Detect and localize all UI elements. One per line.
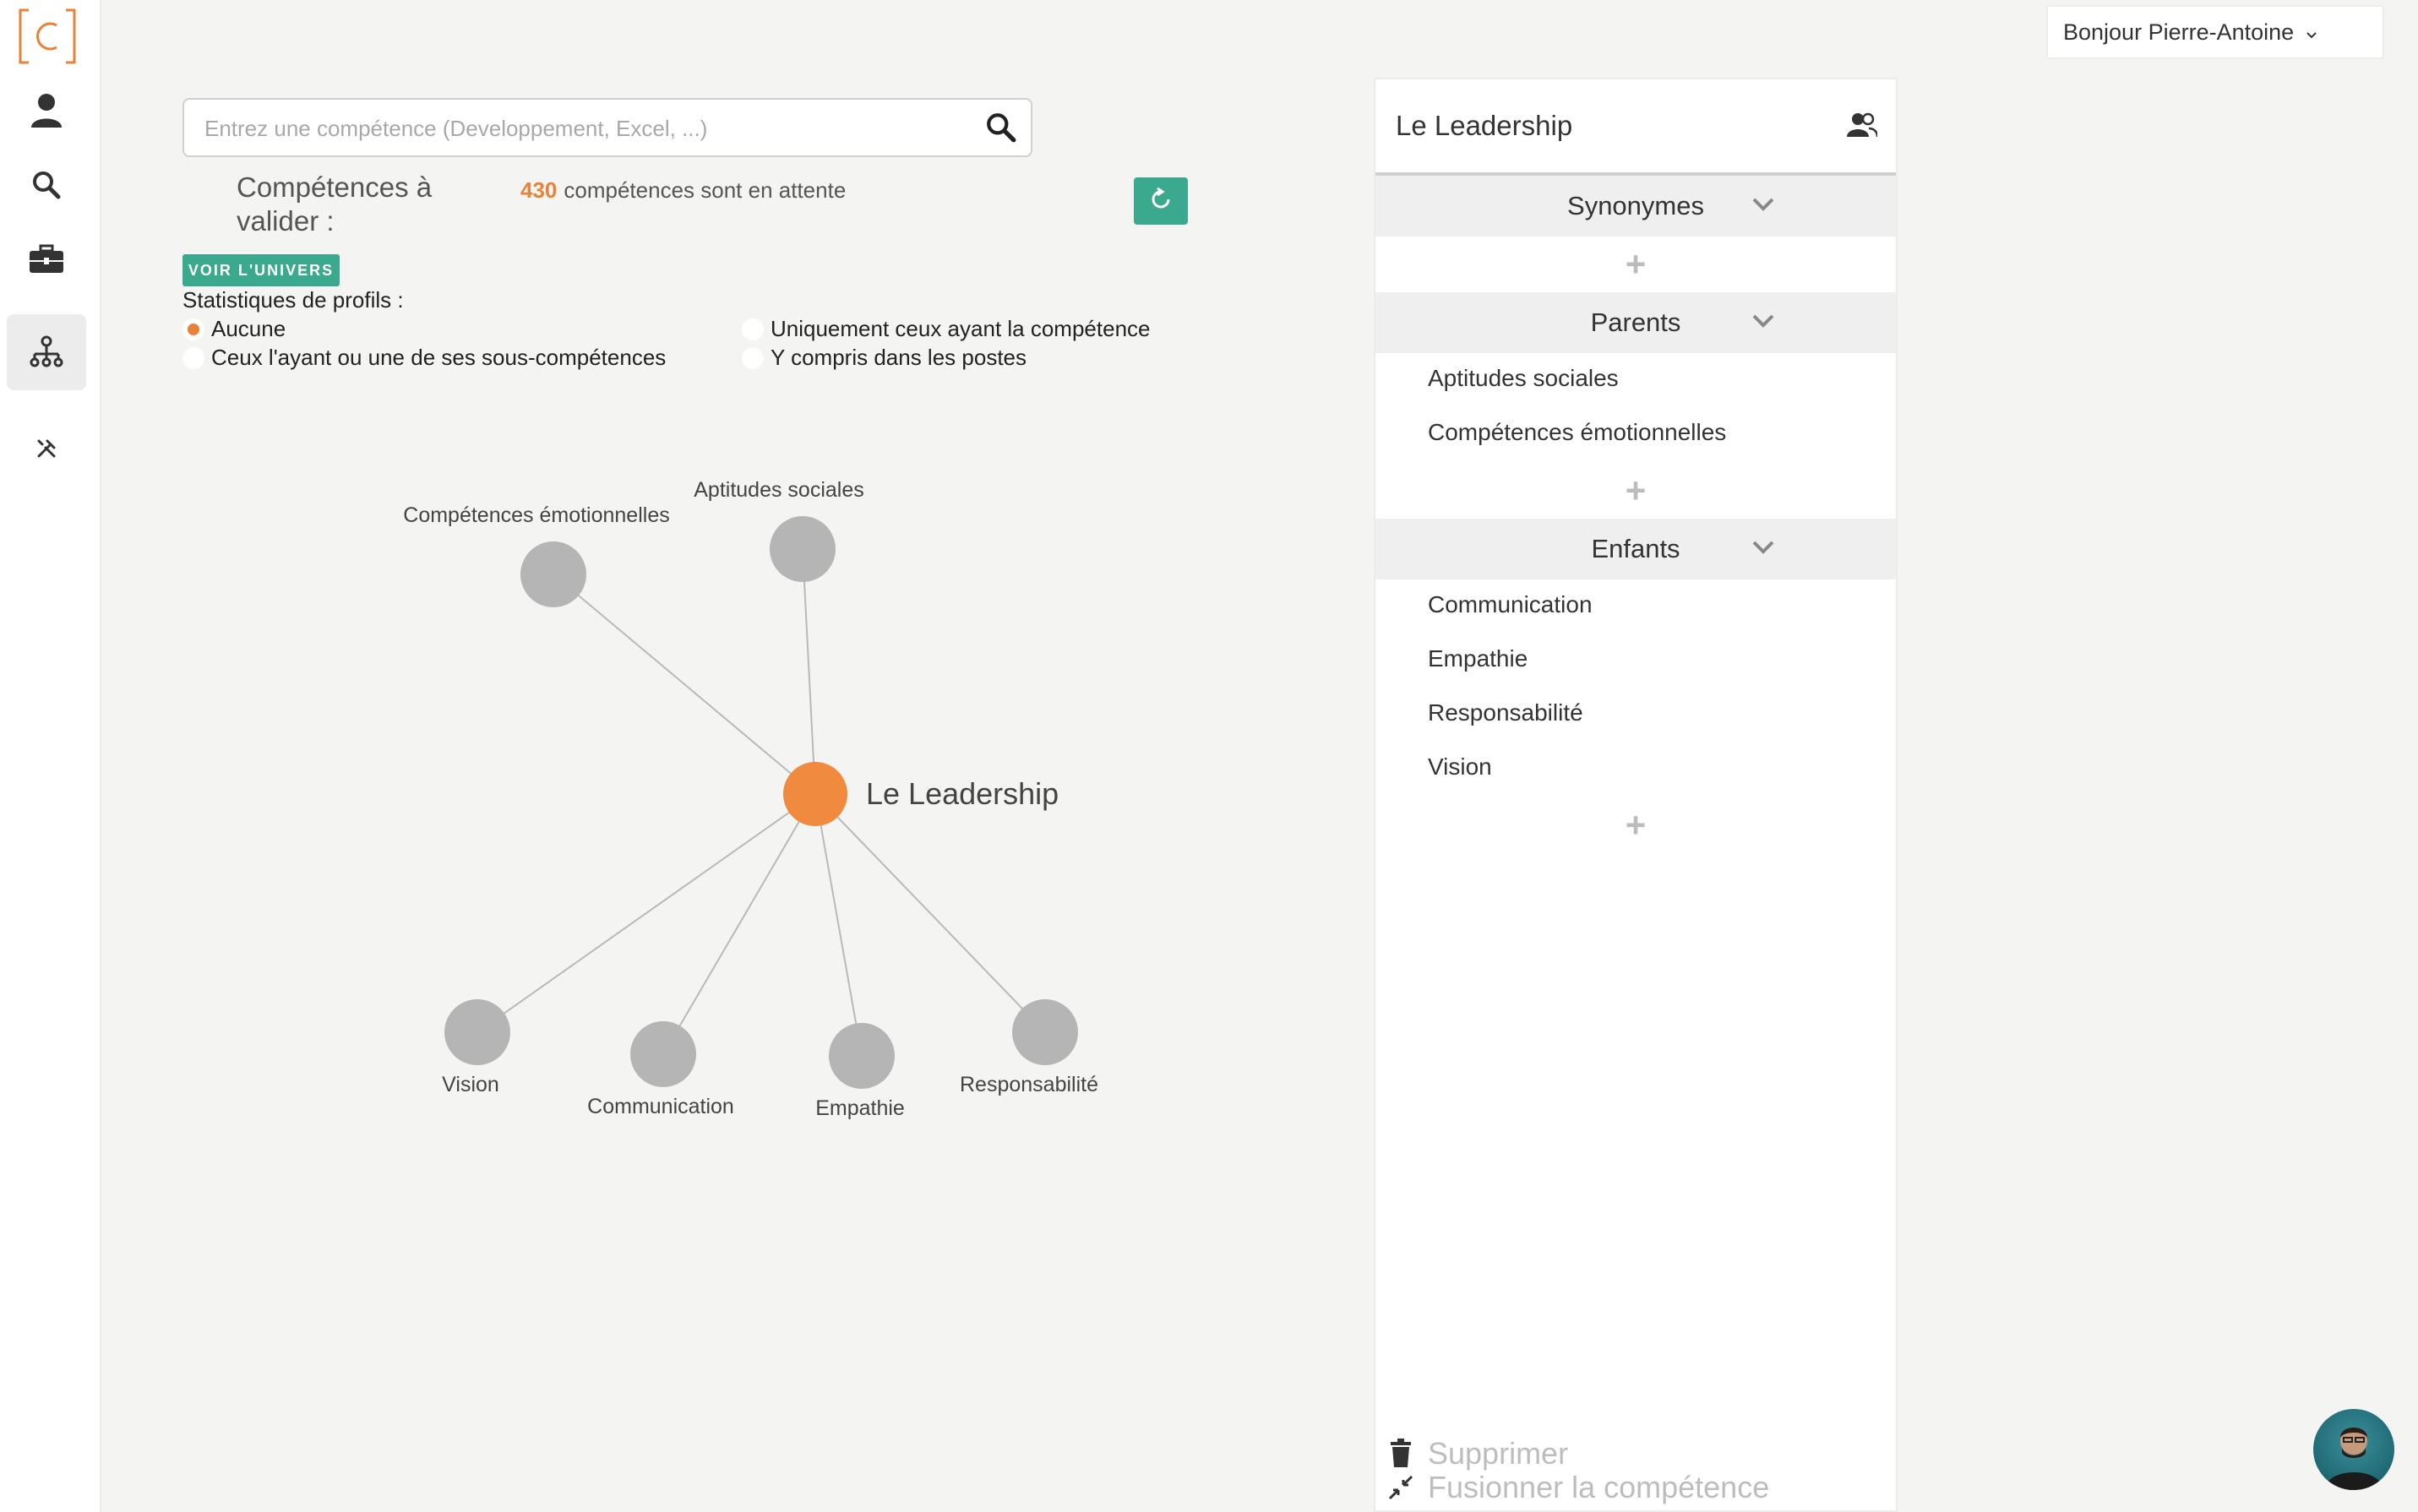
hierarchy-icon <box>30 335 63 369</box>
delete-skill-button[interactable]: Supprimer <box>1384 1436 1568 1471</box>
add-child-button[interactable]: + <box>1375 797 1896 853</box>
graph-node-children[interactable] <box>630 1021 696 1087</box>
stats-option-label: Ceux l'ayant ou une de ses sous-compéten… <box>211 345 667 370</box>
graph-edge <box>802 548 816 795</box>
voir-univers-button[interactable]: VOIR L'UNIVERS <box>182 254 340 286</box>
chevron-down-icon <box>1752 198 1774 215</box>
graph-node-label: Communication <box>587 1095 734 1118</box>
child-item[interactable]: Empathie <box>1428 645 1528 672</box>
graph-node-label: Vision <box>442 1073 499 1096</box>
plus-icon: + <box>1625 470 1647 510</box>
graph-edge <box>814 793 1046 1033</box>
skill-search-box <box>182 98 1032 157</box>
chevron-down-icon <box>1752 541 1774 558</box>
person-icon <box>30 92 63 129</box>
sidebar-item-skills-tree[interactable] <box>7 314 86 390</box>
parent-item[interactable]: Compétences émotionnelles <box>1428 419 1726 446</box>
compress-arrows-icon <box>1384 1471 1418 1504</box>
child-item[interactable]: Communication <box>1428 591 1593 618</box>
skill-detail-panel: Le Leadership Synonymes + Parents Aptitu… <box>1374 78 1898 1512</box>
add-synonyme-button[interactable]: + <box>1375 237 1896 292</box>
panel-header: Le Leadership <box>1375 79 1896 176</box>
radio-icon <box>182 346 204 369</box>
child-item[interactable]: Responsabilité <box>1428 699 1583 726</box>
user-menu-dropdown[interactable]: Bonjour Pierre-Antoine <box>2046 5 2384 59</box>
search-icon[interactable] <box>985 111 1017 148</box>
pending-count-text: compétences sont en attente <box>564 177 847 203</box>
graph-node-parents[interactable] <box>770 516 836 582</box>
sidebar-item-jobs[interactable] <box>7 221 86 297</box>
graph-center-label: Le Leadership <box>866 776 1059 811</box>
skill-graph: Compétences émotionnelles Aptitudes socia… <box>403 478 1098 1120</box>
pending-skills-title: Compétences à valider : <box>237 171 433 237</box>
section-enfants[interactable]: Enfants <box>1375 519 1896 579</box>
search-icon <box>31 170 62 200</box>
briefcase-icon <box>29 244 64 275</box>
graph-node-parents[interactable] <box>520 541 586 607</box>
stats-option-label: Uniquement ceux ayant la compétence <box>771 316 1151 341</box>
stats-option-with-subskills[interactable]: Ceux l'ayant ou une de ses sous-compéten… <box>182 345 666 371</box>
section-synonymes[interactable]: Synonymes <box>1375 176 1896 237</box>
graph-node-children[interactable] <box>829 1023 895 1089</box>
plus-icon: + <box>1625 244 1647 284</box>
merge-label: Fusionner la compétence <box>1428 1470 1770 1504</box>
refresh-button[interactable] <box>1134 177 1188 225</box>
graph-node-label: Compétences émotionnelles <box>403 503 669 527</box>
refresh-icon <box>1148 187 1174 216</box>
sidebar <box>0 0 101 1512</box>
graph-node-center[interactable] <box>783 762 847 826</box>
stats-option-only-with-skill[interactable]: Uniquement ceux ayant la compétence <box>742 316 1151 342</box>
graph-edge <box>553 574 816 795</box>
skill-search-input[interactable] <box>203 100 967 157</box>
graph-node-children[interactable] <box>444 999 510 1065</box>
chevron-down-icon <box>2306 19 2317 46</box>
bracket-c-logo[interactable] <box>17 7 78 66</box>
child-item[interactable]: Vision <box>1428 753 1492 780</box>
panel-title: Le Leadership <box>1396 110 1573 141</box>
stats-option-label: Aucune <box>211 316 286 341</box>
section-label: Synonymes <box>1567 191 1704 220</box>
delete-label: Supprimer <box>1428 1436 1569 1471</box>
graph-edge <box>814 793 863 1057</box>
plus-icon: + <box>1625 805 1647 845</box>
stats-option-include-jobs[interactable]: Y compris dans les postes <box>742 345 1027 371</box>
sidebar-item-profile[interactable] <box>7 73 86 149</box>
graph-edge <box>477 793 816 1033</box>
support-chat-avatar[interactable] <box>2313 1409 2394 1490</box>
users-icon[interactable] <box>1847 111 1879 143</box>
graph-node-label: Empathie <box>815 1096 905 1120</box>
trash-icon <box>1384 1437 1418 1471</box>
user-greeting: Bonjour Pierre-Antoine <box>2063 19 2295 45</box>
section-label: Enfants <box>1591 534 1680 563</box>
sidebar-item-tools[interactable] <box>7 411 86 487</box>
graph-node-label: Responsabilité <box>960 1073 1098 1096</box>
chevron-down-icon <box>1752 314 1774 332</box>
tools-icon <box>35 438 57 460</box>
person-avatar-icon <box>2325 1428 2383 1490</box>
profile-stats-label: Statistiques de profils : <box>182 287 404 313</box>
merge-skill-button[interactable]: Fusionner la compétence <box>1384 1470 1769 1505</box>
section-parents[interactable]: Parents <box>1375 292 1896 353</box>
radio-icon <box>742 346 764 369</box>
radio-checked-icon <box>182 318 204 340</box>
sidebar-item-search[interactable] <box>7 147 86 223</box>
pending-count-number: 430 <box>520 177 558 203</box>
section-label: Parents <box>1590 307 1681 337</box>
parent-item[interactable]: Aptitudes sociales <box>1428 365 1619 392</box>
pending-count: 430 compétences sont en attente <box>520 177 846 204</box>
graph-edge <box>662 793 816 1055</box>
graph-node-children[interactable] <box>1012 999 1078 1065</box>
graph-node-label: Aptitudes sociales <box>694 478 864 502</box>
stats-option-aucune[interactable]: Aucune <box>182 316 286 342</box>
radio-icon <box>742 318 764 340</box>
add-parent-button[interactable]: + <box>1375 463 1896 519</box>
stats-option-label: Y compris dans les postes <box>771 345 1027 370</box>
